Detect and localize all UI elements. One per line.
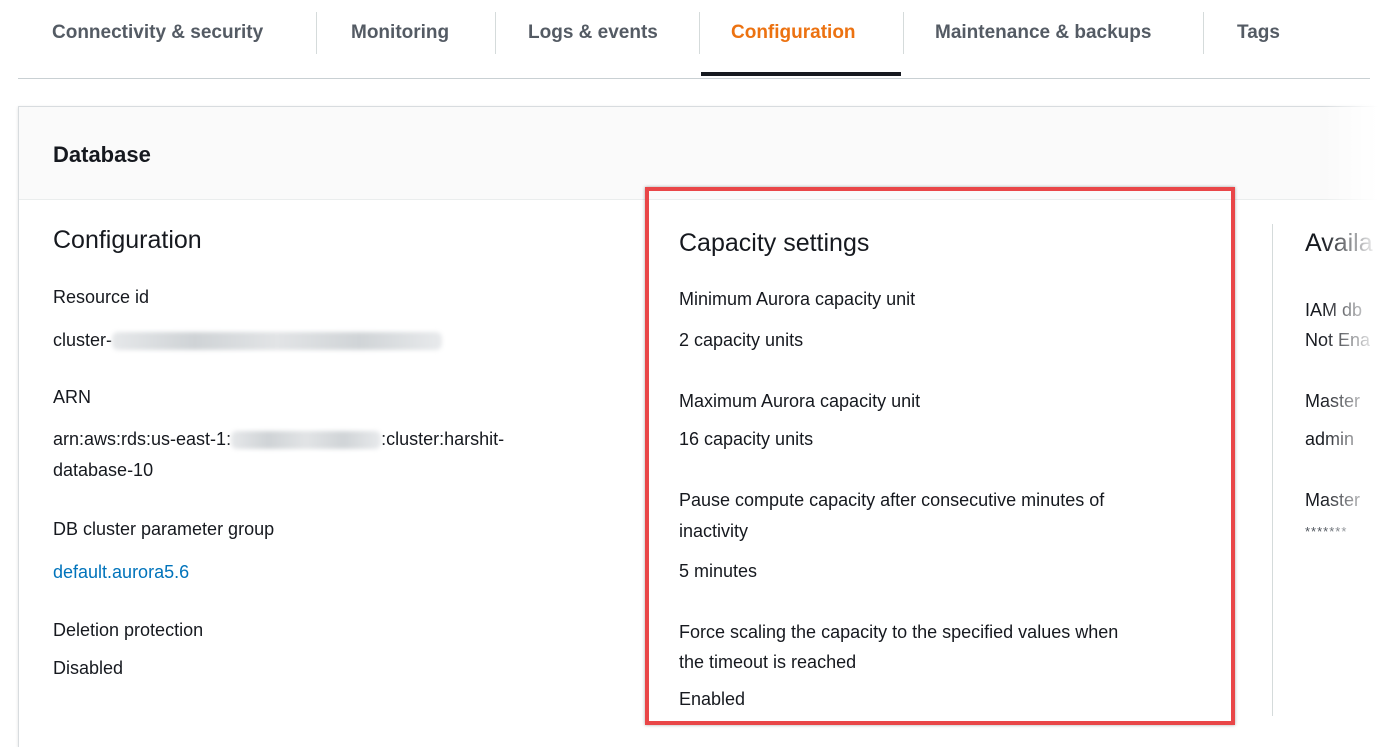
deletion-protection-label: Deletion protection (53, 620, 204, 640)
arn-value-line2: database-10 (53, 460, 154, 480)
resource-id-value: cluster- (53, 330, 443, 351)
tab-separator (316, 12, 317, 54)
active-tab-indicator (701, 72, 901, 76)
arn-suffix: :cluster:harshit- (381, 429, 505, 449)
tab-separator (903, 12, 904, 54)
deletion-protection-value: Disabled (53, 658, 124, 678)
tab-separator (699, 12, 700, 54)
redacted-resource-id (112, 332, 443, 351)
arn-label: ARN (53, 387, 92, 407)
tab-maintenance-backups[interactable]: Maintenance & backups (935, 0, 1151, 66)
capacity-highlight-box (645, 187, 1235, 725)
tab-monitoring[interactable]: Monitoring (351, 0, 449, 66)
arn-prefix: arn:aws:rds:us-east-1: (53, 429, 232, 449)
tab-bar: Connectivity & security Monitoring Logs … (18, 0, 1370, 79)
resource-id-label: Resource id (53, 287, 150, 307)
param-group-link[interactable]: default.aurora5.6 (53, 562, 189, 583)
param-group-label: DB cluster parameter group (53, 519, 275, 539)
tab-configuration[interactable]: Configuration (731, 0, 856, 66)
tab-logs-events[interactable]: Logs & events (528, 0, 658, 66)
configuration-heading: Configuration (53, 226, 202, 254)
tab-tags[interactable]: Tags (1237, 0, 1280, 66)
tab-separator (1203, 12, 1204, 54)
right-edge-fade (1322, 85, 1388, 735)
column-divider (1272, 224, 1273, 716)
resource-id-prefix: cluster- (53, 330, 113, 350)
panel-title: Database (53, 142, 151, 167)
arn-value: arn:aws:rds:us-east-1: :cluster:harshit- (53, 429, 504, 450)
redacted-account-id (231, 431, 382, 450)
tab-connectivity-security[interactable]: Connectivity & security (52, 0, 263, 66)
tab-separator (495, 12, 496, 54)
